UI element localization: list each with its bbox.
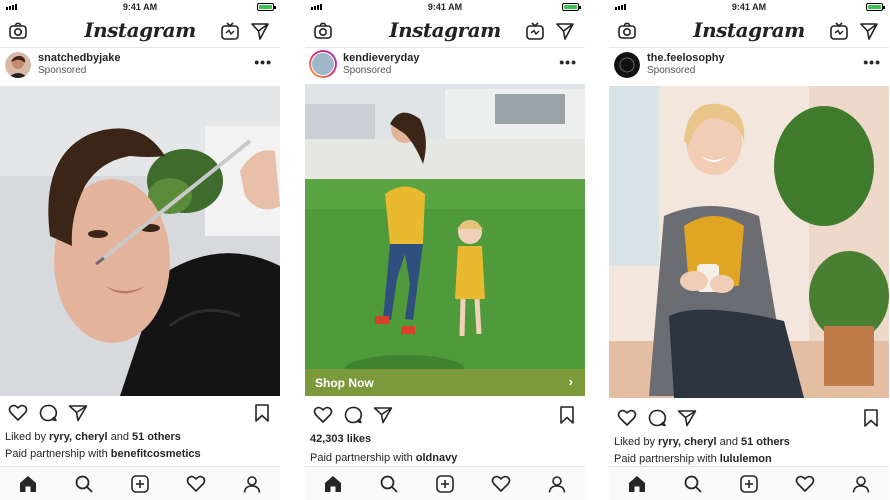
post-photo[interactable] bbox=[609, 86, 889, 398]
bookmark-icon[interactable] bbox=[557, 406, 577, 424]
partner-brand-link[interactable]: oldnavy bbox=[416, 452, 458, 464]
shop-now-label: Shop Now bbox=[315, 376, 374, 390]
profile-icon[interactable] bbox=[547, 474, 567, 494]
home-icon[interactable] bbox=[18, 474, 38, 494]
more-icon[interactable]: ••• bbox=[254, 54, 272, 70]
post-header: kendieveryday Sponsored ••• bbox=[305, 48, 585, 84]
search-icon[interactable] bbox=[74, 474, 94, 494]
post-actions bbox=[609, 403, 889, 431]
bookmark-icon[interactable] bbox=[861, 409, 881, 427]
bookmark-icon[interactable] bbox=[252, 404, 272, 422]
partner-brand-link[interactable]: lululemon bbox=[720, 453, 772, 465]
paper-plane-icon[interactable] bbox=[555, 21, 575, 41]
likes-line: Liked by ryry, cheryl and 51 others bbox=[614, 436, 790, 448]
profile-icon[interactable] bbox=[242, 474, 262, 494]
ad-examples-canvas: 9:41 AM Instagram snatchedbyjake Sponsor… bbox=[0, 0, 890, 500]
status-time: 9:41 AM bbox=[122, 2, 158, 12]
battery-icon bbox=[257, 3, 276, 11]
bottom-tab-bar bbox=[0, 466, 280, 500]
likes-count[interactable]: 42,303 likes bbox=[310, 433, 371, 445]
status-bar: 9:41 AM bbox=[0, 0, 280, 14]
share-icon[interactable] bbox=[373, 406, 393, 424]
battery-icon bbox=[562, 3, 581, 11]
phone-screen-1: 9:41 AM Instagram snatchedbyjake Sponsor… bbox=[0, 0, 280, 500]
post-actions bbox=[0, 398, 280, 426]
post-photo[interactable]: Shop Now › bbox=[305, 84, 585, 396]
igtv-icon[interactable] bbox=[525, 21, 545, 41]
partner-brand-link[interactable]: benefitcosmetics bbox=[111, 448, 201, 460]
bottom-tab-bar bbox=[609, 466, 889, 500]
paid-partnership-line: Paid partnership with benefitcosmetics bbox=[5, 448, 201, 460]
igtv-icon[interactable] bbox=[829, 21, 849, 41]
heart-icon[interactable] bbox=[8, 404, 28, 422]
profile-icon[interactable] bbox=[851, 474, 871, 494]
liked-by-users[interactable]: ryry, cheryl bbox=[658, 436, 717, 448]
paid-partnership-line: Paid partnership with oldnavy bbox=[310, 452, 458, 464]
plus-square-icon[interactable] bbox=[130, 474, 150, 494]
likes-line: Liked by ryry, cheryl and 51 others bbox=[5, 431, 181, 443]
activity-heart-icon[interactable] bbox=[186, 474, 206, 494]
paper-plane-icon[interactable] bbox=[250, 21, 270, 41]
status-bar: 9:41 AM bbox=[609, 0, 889, 14]
post-header: the.feelosophy Sponsored ••• bbox=[609, 48, 889, 84]
status-bar: 9:41 AM bbox=[305, 0, 585, 14]
status-time: 9:41 AM bbox=[731, 2, 767, 12]
activity-heart-icon[interactable] bbox=[795, 474, 815, 494]
likes-count[interactable]: 51 others bbox=[741, 436, 790, 448]
heart-icon[interactable] bbox=[617, 409, 637, 427]
post-username[interactable]: the.feelosophy bbox=[647, 52, 725, 64]
post-photo[interactable] bbox=[0, 86, 280, 396]
more-icon[interactable]: ••• bbox=[559, 54, 577, 70]
more-icon[interactable]: ••• bbox=[863, 54, 881, 70]
share-icon[interactable] bbox=[677, 409, 697, 427]
search-icon[interactable] bbox=[683, 474, 703, 494]
phone-screen-3: 9:41 AM Instagram the.feelosophy Sponsor… bbox=[609, 0, 889, 500]
plus-square-icon[interactable] bbox=[435, 474, 455, 494]
avatar[interactable] bbox=[5, 52, 31, 78]
shop-now-button[interactable]: Shop Now › bbox=[305, 369, 585, 396]
top-nav: Instagram bbox=[609, 14, 889, 48]
search-icon[interactable] bbox=[379, 474, 399, 494]
liked-by-users[interactable]: ryry, cheryl bbox=[49, 431, 108, 443]
post-actions bbox=[305, 400, 585, 428]
avatar[interactable] bbox=[614, 52, 640, 78]
phone-screen-2: 9:41 AM Instagram kendieveryday Sponsore… bbox=[305, 0, 585, 500]
bottom-tab-bar bbox=[305, 466, 585, 500]
post-username[interactable]: kendieveryday bbox=[343, 52, 419, 64]
igtv-icon[interactable] bbox=[220, 21, 240, 41]
home-icon[interactable] bbox=[627, 474, 647, 494]
chevron-right-icon: › bbox=[568, 374, 573, 389]
home-icon[interactable] bbox=[323, 474, 343, 494]
top-nav: Instagram bbox=[305, 14, 585, 48]
comment-icon[interactable] bbox=[647, 409, 667, 427]
sponsored-label: Sponsored bbox=[647, 65, 696, 76]
sponsored-label: Sponsored bbox=[38, 65, 87, 76]
heart-icon[interactable] bbox=[313, 406, 333, 424]
paper-plane-icon[interactable] bbox=[859, 21, 879, 41]
activity-heart-icon[interactable] bbox=[491, 474, 511, 494]
status-time: 9:41 AM bbox=[427, 2, 463, 12]
battery-icon bbox=[866, 3, 885, 11]
likes-count[interactable]: 51 others bbox=[132, 431, 181, 443]
comment-icon[interactable] bbox=[343, 406, 363, 424]
avatar[interactable] bbox=[309, 50, 337, 78]
top-nav: Instagram bbox=[0, 14, 280, 48]
comment-icon[interactable] bbox=[38, 404, 58, 422]
post-username[interactable]: snatchedbyjake bbox=[38, 52, 121, 64]
post-header: snatchedbyjake Sponsored ••• bbox=[0, 48, 280, 84]
sponsored-label: Sponsored bbox=[343, 65, 392, 76]
share-icon[interactable] bbox=[68, 404, 88, 422]
plus-square-icon[interactable] bbox=[739, 474, 759, 494]
paid-partnership-line: Paid partnership with lululemon bbox=[614, 453, 772, 465]
